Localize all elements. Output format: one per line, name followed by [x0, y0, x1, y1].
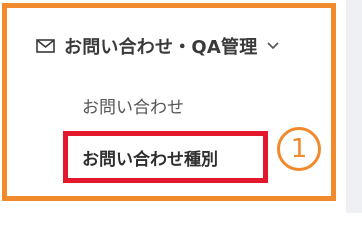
menu-group-inquiry-qa[interactable]: お問い合わせ・QA管理 [36, 32, 280, 60]
chevron-down-icon[interactable] [267, 42, 280, 50]
submenu-item-inquiry[interactable]: お問い合わせ [82, 93, 184, 118]
menu-group-title: お問い合わせ・QA管理 [64, 37, 258, 58]
content-area-edge [346, 0, 362, 213]
submenu-item-inquiry-type[interactable]: お問い合わせ種別 [82, 145, 218, 170]
screenshot-canvas: お問い合わせ・QA管理 お問い合わせ お問い合わせ種別 1 [0, 0, 362, 213]
mail-icon [36, 39, 55, 53]
step-number-badge: 1 [277, 127, 321, 171]
